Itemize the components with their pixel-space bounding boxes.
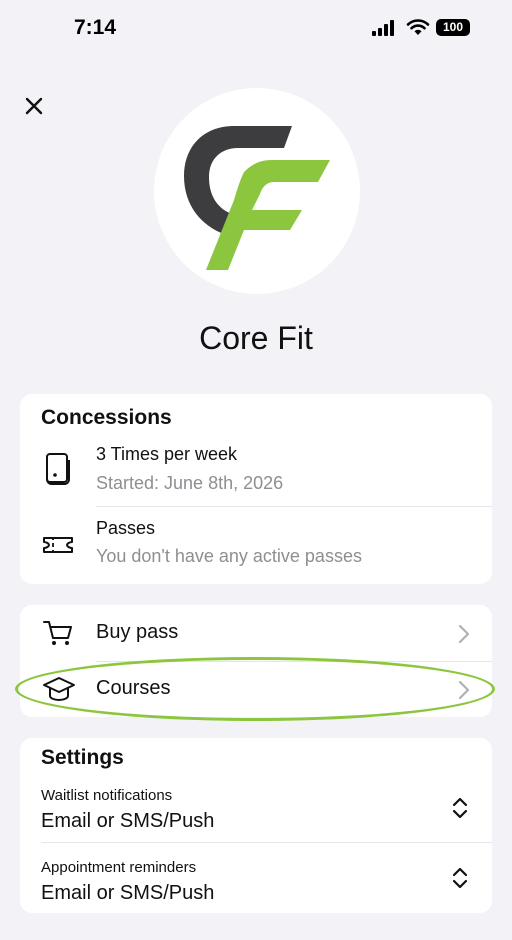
settings-card: Settings Waitlist notifications Email or… xyxy=(20,738,492,913)
membership-card-icon xyxy=(46,453,70,485)
setting-label: Waitlist notifications xyxy=(41,787,173,804)
appointment-reminders-row[interactable]: Appointment reminders Email or SMS/Push xyxy=(20,854,492,912)
settings-title: Settings xyxy=(41,746,124,769)
wifi-icon xyxy=(406,19,430,35)
setting-value: Email or SMS/Push xyxy=(41,810,215,832)
status-time: 7:14 xyxy=(74,16,117,39)
concession-subtitle: Started: June 8th, 2026 xyxy=(96,473,284,493)
setting-value: Email or SMS/Push xyxy=(41,882,215,904)
battery-indicator: 100 xyxy=(436,19,470,36)
gym-name: Core Fit xyxy=(199,320,313,356)
concession-membership-row[interactable]: 3 Times per week Started: June 8th, 2026 xyxy=(20,440,492,506)
chevron-right-icon xyxy=(458,624,470,644)
status-bar: 7:14 100 xyxy=(0,0,512,56)
concession-title: Passes xyxy=(96,518,156,538)
ticket-icon xyxy=(43,537,73,553)
close-icon xyxy=(25,97,43,115)
concession-title: 3 Times per week xyxy=(96,444,238,464)
divider xyxy=(41,842,492,843)
courses-row[interactable]: Courses xyxy=(20,661,492,717)
courses-label: Courses xyxy=(96,677,171,699)
battery-level: 100 xyxy=(442,20,464,34)
concession-passes-row[interactable]: Passes You don't have any active passes xyxy=(20,518,492,578)
close-button[interactable] xyxy=(20,92,48,120)
cellular-signal-icon xyxy=(372,20,394,36)
waitlist-notifications-row[interactable]: Waitlist notifications Email or SMS/Push xyxy=(20,782,492,840)
buy-pass-label: Buy pass xyxy=(96,621,179,643)
divider xyxy=(96,506,492,507)
shopping-cart-icon xyxy=(43,621,72,645)
up-down-chevron-icon[interactable] xyxy=(450,796,470,820)
concession-subtitle: You don't have any active passes xyxy=(96,546,362,566)
concessions-title: Concessions xyxy=(41,406,172,429)
chevron-right-icon xyxy=(458,680,470,700)
graduation-cap-icon xyxy=(43,677,75,702)
buy-pass-row[interactable]: Buy pass xyxy=(20,605,492,661)
up-down-chevron-icon[interactable] xyxy=(450,866,470,890)
core-fit-logo-icon xyxy=(184,126,330,270)
concessions-card: Concessions 3 Times per week Started: Ju… xyxy=(20,394,492,584)
gym-logo xyxy=(154,88,360,294)
setting-label: Appointment reminders xyxy=(41,859,197,876)
actions-card: Buy pass Courses xyxy=(20,605,492,717)
